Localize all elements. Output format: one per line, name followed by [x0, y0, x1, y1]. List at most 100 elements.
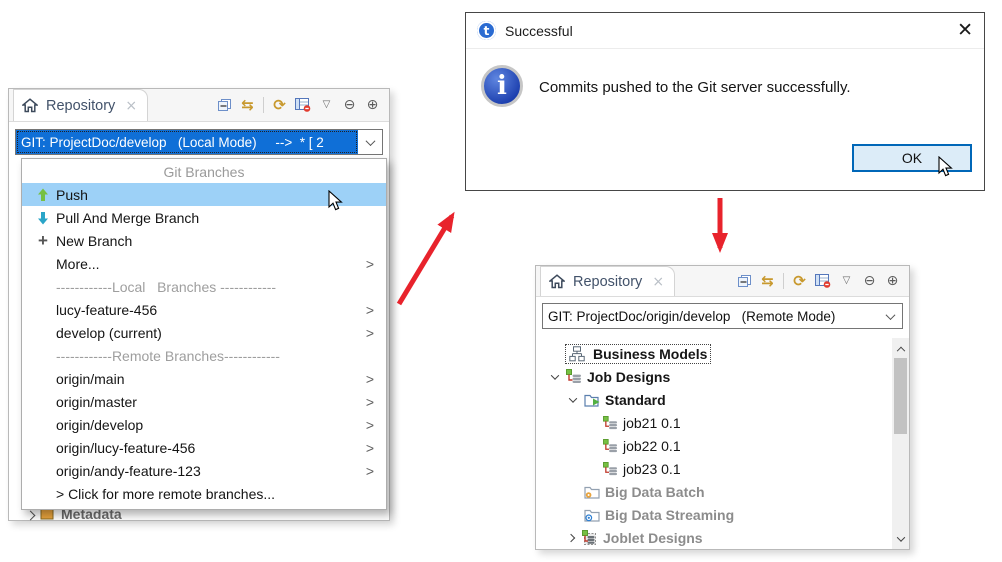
view-menu-icon[interactable]: ▽ — [319, 100, 334, 110]
maximize-icon[interactable]: ⊕ — [885, 274, 900, 288]
collapse-all-icon[interactable] — [217, 98, 232, 112]
show-details-icon[interactable] — [815, 274, 831, 288]
menu-item-new-branch[interactable]: + New Branch — [22, 229, 386, 252]
chevron-expanded-icon[interactable] — [564, 393, 582, 403]
tab-repository[interactable]: Repository × — [540, 266, 676, 296]
scroll-down-icon[interactable] — [892, 531, 909, 547]
big-data-batch-icon — [582, 485, 602, 499]
joblet-designs-icon — [580, 530, 600, 545]
screenshot-canvas: Repository × ⇆ ⟳ ▽ ⊖ ⊕ GIT: ProjectDoc/d… — [0, 0, 1002, 562]
menu-item-branch-origin-master[interactable]: origin/master > — [22, 390, 386, 413]
dialog-titlebar[interactable]: t Successful ✕ — [466, 13, 984, 49]
tab-label: Repository — [573, 273, 643, 290]
tree-item-label: Joblet Designs — [603, 529, 703, 546]
menu-item-label: New Branch — [56, 232, 133, 249]
branch-label: origin/master — [56, 393, 137, 410]
tree-item-label: Big Data Batch — [605, 483, 705, 500]
arrow-menu-to-dialog — [396, 211, 455, 306]
submenu-arrow-icon: > — [365, 439, 374, 456]
job-designs-icon — [564, 369, 584, 384]
close-icon[interactable]: × — [125, 99, 137, 113]
menu-item-label: > Click for more remote branches... — [56, 485, 276, 502]
branch-label: origin/develop — [56, 416, 144, 433]
chevron-expanded-icon[interactable] — [546, 370, 564, 380]
submenu-arrow-icon: > — [365, 255, 374, 272]
view-menu-icon[interactable]: ▽ — [839, 276, 854, 286]
dialog-message: Commits pushed to the Git server success… — [539, 79, 851, 96]
talend-app-icon: t — [477, 21, 496, 40]
pull-arrow-down-icon — [30, 211, 56, 225]
chevron-down-icon[interactable] — [878, 304, 902, 328]
minimize-icon[interactable]: ⊖ — [342, 98, 357, 112]
business-models-icon — [567, 345, 587, 362]
ok-button[interactable]: OK — [852, 144, 972, 172]
vertical-scrollbar[interactable] — [892, 338, 909, 549]
menu-item-label: More... — [56, 255, 100, 272]
menu-item-more-remote-branches[interactable]: > Click for more remote branches... — [22, 482, 386, 505]
toolbar-separator — [783, 273, 784, 289]
tree-item-big-data-batch[interactable]: Big Data Batch — [536, 480, 892, 503]
sync-branches-icon[interactable]: ⇆ — [760, 273, 775, 289]
branch-label: origin/andy-feature-123 — [56, 462, 201, 479]
view-header: Repository × ⇆ ⟳ ▽ ⊖ ⊕ — [9, 89, 389, 122]
repository-tree: Business Models Job Designs Standard job… — [536, 338, 892, 549]
minimize-icon[interactable]: ⊖ — [862, 274, 877, 288]
maximize-icon[interactable]: ⊕ — [365, 98, 380, 112]
branch-combobox[interactable]: GIT: ProjectDoc/origin/develop (Remote M… — [542, 303, 903, 329]
menu-item-branch-origin-develop[interactable]: origin/develop > — [22, 413, 386, 436]
tree-item-job22[interactable]: job22 0.1 — [536, 434, 892, 457]
tree-item-label: Business Models — [593, 345, 708, 362]
menu-item-branch-lucy-feature-456[interactable]: lucy-feature-456 > — [22, 298, 386, 321]
branch-combobox[interactable]: GIT: ProjectDoc/develop (Local Mode) -->… — [15, 129, 383, 155]
refresh-icon[interactable]: ⟳ — [792, 273, 807, 289]
menu-item-branch-origin-lucy-feature-456[interactable]: origin/lucy-feature-456 > — [22, 436, 386, 459]
submenu-arrow-icon: > — [365, 462, 374, 479]
tree-item-label: job22 0.1 — [623, 437, 681, 454]
close-icon[interactable]: × — [652, 275, 664, 289]
branch-label: develop (current) — [56, 324, 162, 341]
job-icon — [600, 415, 620, 430]
tree-item-standard[interactable]: Standard — [536, 388, 892, 411]
mouse-cursor — [328, 190, 343, 211]
submenu-arrow-icon: > — [365, 301, 374, 318]
tree-item-joblet-designs[interactable]: Joblet Designs — [536, 526, 892, 549]
tree-item-job-designs[interactable]: Job Designs — [536, 365, 892, 388]
submenu-arrow-icon: > — [365, 416, 374, 433]
home-icon — [22, 98, 38, 113]
repository-view-remote: Repository × ⇆ ⟳ ▽ ⊖ ⊕ GIT: ProjectDoc/o… — [535, 265, 910, 550]
menu-item-more[interactable]: More... > — [22, 252, 386, 275]
tab-repository[interactable]: Repository × — [13, 89, 149, 121]
tree-item-business-models[interactable]: Business Models — [536, 342, 892, 365]
tree-item-label: Big Data Streaming — [605, 506, 735, 523]
show-details-icon[interactable] — [295, 98, 311, 112]
repository-view-local: Repository × ⇆ ⟳ ▽ ⊖ ⊕ GIT: ProjectDoc/d… — [8, 88, 390, 522]
chevron-down-icon[interactable] — [358, 130, 382, 154]
submenu-arrow-icon: > — [365, 370, 374, 387]
tree-item-job21[interactable]: job21 0.1 — [536, 411, 892, 434]
menu-item-branch-origin-andy-feature-123[interactable]: origin/andy-feature-123 > — [22, 459, 386, 482]
tree-item-label: Job Designs — [587, 368, 671, 385]
job-icon — [600, 438, 620, 453]
collapse-all-icon[interactable] — [737, 274, 752, 288]
refresh-icon[interactable]: ⟳ — [272, 97, 287, 113]
mouse-cursor — [938, 156, 953, 177]
menu-item-branch-develop-current[interactable]: develop (current) > — [22, 321, 386, 344]
chevron-collapsed-icon[interactable] — [562, 533, 580, 542]
scroll-up-icon[interactable] — [892, 340, 909, 356]
tree-item-label: job23 0.1 — [623, 460, 681, 477]
tree-item-big-data-streaming[interactable]: Big Data Streaming — [536, 503, 892, 526]
tab-label: Repository — [46, 97, 116, 114]
branch-label: origin/lucy-feature-456 — [56, 439, 196, 456]
menu-separator-local: ------------Local Branches ------------ — [56, 278, 277, 295]
close-icon[interactable]: ✕ — [957, 21, 973, 40]
info-icon: i — [481, 65, 523, 107]
sync-branches-icon[interactable]: ⇆ — [240, 97, 255, 113]
view-header: Repository × ⇆ ⟳ ▽ ⊖ ⊕ — [536, 266, 909, 297]
tree-item-job23[interactable]: job23 0.1 — [536, 457, 892, 480]
scrollbar-thumb[interactable] — [894, 358, 907, 434]
success-dialog: t Successful ✕ i Commits pushed to the G… — [465, 12, 985, 191]
toolbar-separator — [263, 97, 264, 113]
view-toolbar: ⇆ ⟳ ▽ ⊖ ⊕ — [217, 89, 389, 121]
push-arrow-up-icon — [30, 188, 56, 202]
menu-item-branch-origin-main[interactable]: origin/main > — [22, 367, 386, 390]
